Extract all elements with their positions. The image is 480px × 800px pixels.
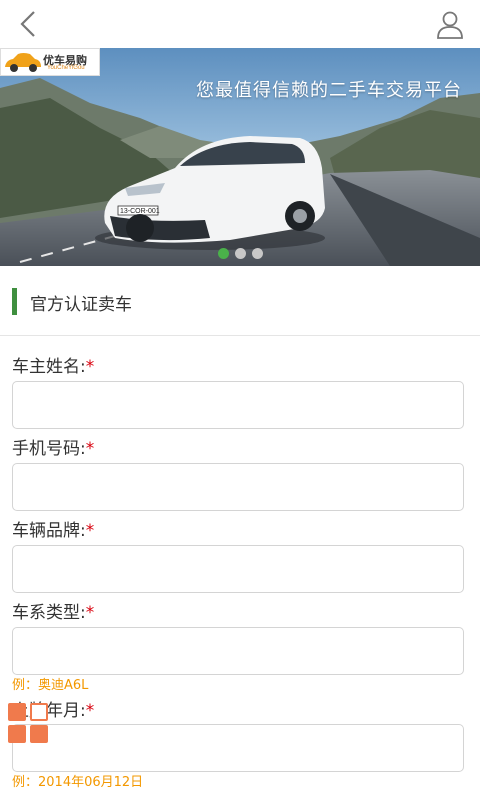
floating-menu-button[interactable]	[8, 703, 48, 743]
car-series-label: 车系类型:*	[12, 598, 94, 623]
car-series-hint: 例：奥迪A6L	[12, 678, 89, 693]
required-mark: *	[85, 603, 95, 623]
section-accent-bar	[12, 288, 17, 315]
top-bar	[0, 0, 480, 48]
car-brand-label-text: 车辆品牌:	[12, 521, 86, 541]
owner-name-label: 车主姓名:*	[12, 352, 94, 377]
section-header: 官方认证卖车	[0, 266, 480, 336]
owner-name-input[interactable]	[12, 381, 464, 429]
car-brand-label: 车辆品牌:*	[12, 516, 94, 541]
user-icon	[437, 11, 463, 39]
user-button[interactable]	[430, 4, 470, 44]
phone-label-text: 手机号码:	[12, 439, 86, 459]
carousel-dot[interactable]	[218, 248, 229, 259]
owner-name-label-text: 车主姓名:	[12, 357, 86, 377]
car-brand-input[interactable]	[12, 545, 464, 593]
grid-cell	[30, 703, 48, 721]
required-mark: *	[85, 357, 95, 377]
registration-date-input[interactable]	[12, 724, 464, 772]
grid-cell	[30, 725, 48, 743]
car-logo-icon	[5, 53, 41, 72]
carousel-indicator	[218, 248, 263, 259]
car-series-input[interactable]	[12, 627, 464, 675]
license-plate-text: 13-COR-001	[120, 208, 160, 215]
banner-carousel[interactable]: 13-COR-001 优车易购 YouCheYiGou 您最值得信赖的二手车交易…	[0, 48, 480, 266]
carousel-dot[interactable]	[235, 248, 246, 259]
brand-logo: 优车易购 YouCheYiGou	[0, 48, 100, 76]
required-mark: *	[85, 439, 95, 459]
back-button[interactable]	[8, 4, 48, 44]
required-mark: *	[85, 701, 95, 721]
chevron-left-icon	[20, 11, 35, 37]
car-series-label-text: 车系类型:	[12, 603, 86, 623]
required-mark: *	[85, 521, 95, 541]
carousel-dot[interactable]	[252, 248, 263, 259]
grid-cell	[8, 725, 26, 743]
phone-input[interactable]	[12, 463, 464, 511]
section-title: 官方认证卖车	[30, 295, 132, 315]
registration-date-hint: 例：2014年06月12日	[12, 775, 144, 790]
grid-cell	[8, 703, 26, 721]
logo-subtitle: YouCheYiGou	[47, 65, 85, 71]
banner-slogan: 您最值得信赖的二手车交易平台	[196, 80, 462, 101]
phone-label: 手机号码:*	[12, 434, 94, 459]
